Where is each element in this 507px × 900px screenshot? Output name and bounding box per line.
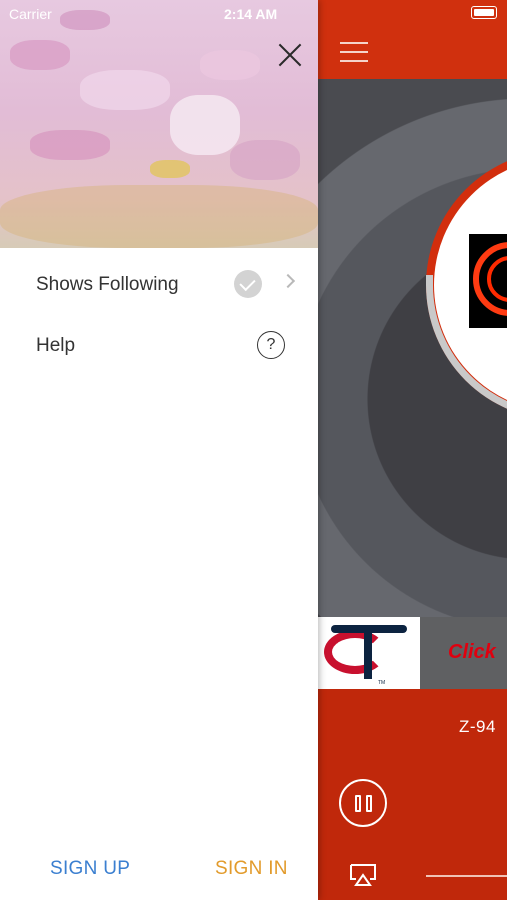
sign-in-button[interactable]: SIGN IN	[215, 858, 288, 880]
airplay-icon[interactable]	[348, 864, 378, 886]
battery-icon	[471, 6, 497, 19]
sign-up-button[interactable]: SIGN UP	[50, 858, 130, 880]
ad-team-logo: TM	[318, 617, 420, 689]
close-icon[interactable]	[275, 40, 305, 70]
carrier-label: Carrier	[9, 6, 52, 22]
hamburger-menu-icon[interactable]	[340, 40, 368, 64]
menu-item-help[interactable]: Help ?	[0, 317, 318, 373]
question-circle-icon: ?	[257, 331, 285, 359]
status-time: 2:14 AM	[224, 6, 278, 22]
checkmark-circle-icon	[234, 270, 262, 298]
menu-item-label: Help	[36, 335, 76, 356]
pause-button[interactable]	[339, 779, 387, 827]
volume-slider[interactable]	[426, 875, 507, 877]
side-drawer: Carrier 2:14 AM Shows Following Help ? S…	[0, 0, 318, 900]
player-screen: TM Click Z-94	[318, 0, 507, 900]
ad-banner[interactable]: TM Click	[318, 617, 507, 689]
chevron-right-icon	[280, 273, 296, 289]
ad-text: Click	[448, 641, 496, 663]
player-top-bar	[318, 0, 507, 79]
menu-item-shows-following[interactable]: Shows Following	[0, 256, 318, 312]
station-logo	[469, 234, 507, 328]
station-name: Z-94	[459, 717, 496, 736]
drawer-header-image: Carrier 2:14 AM	[0, 0, 318, 248]
menu-item-label: Shows Following	[36, 274, 179, 295]
